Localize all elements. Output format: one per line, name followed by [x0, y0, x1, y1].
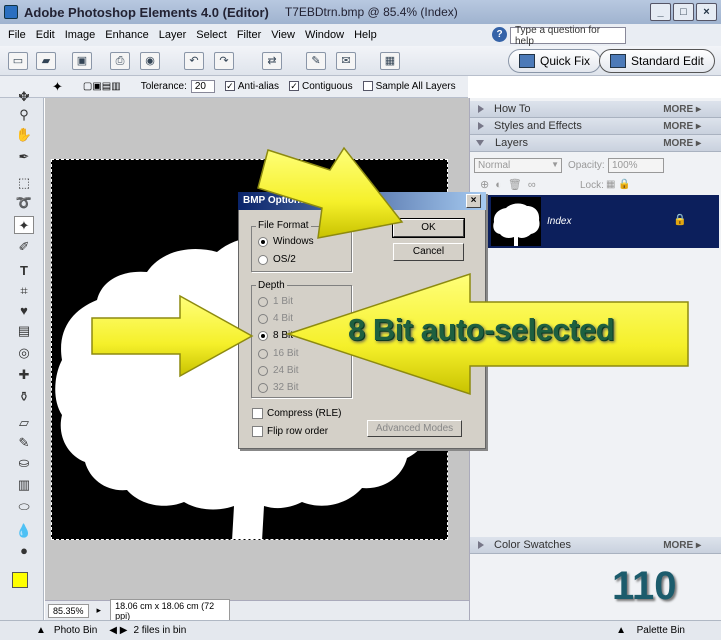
left-arrow: [91, 294, 254, 378]
annotation-callout: 8 Bit auto-selected: [348, 312, 615, 347]
page-number: 110: [612, 564, 677, 608]
top-arrow: [257, 146, 404, 239]
